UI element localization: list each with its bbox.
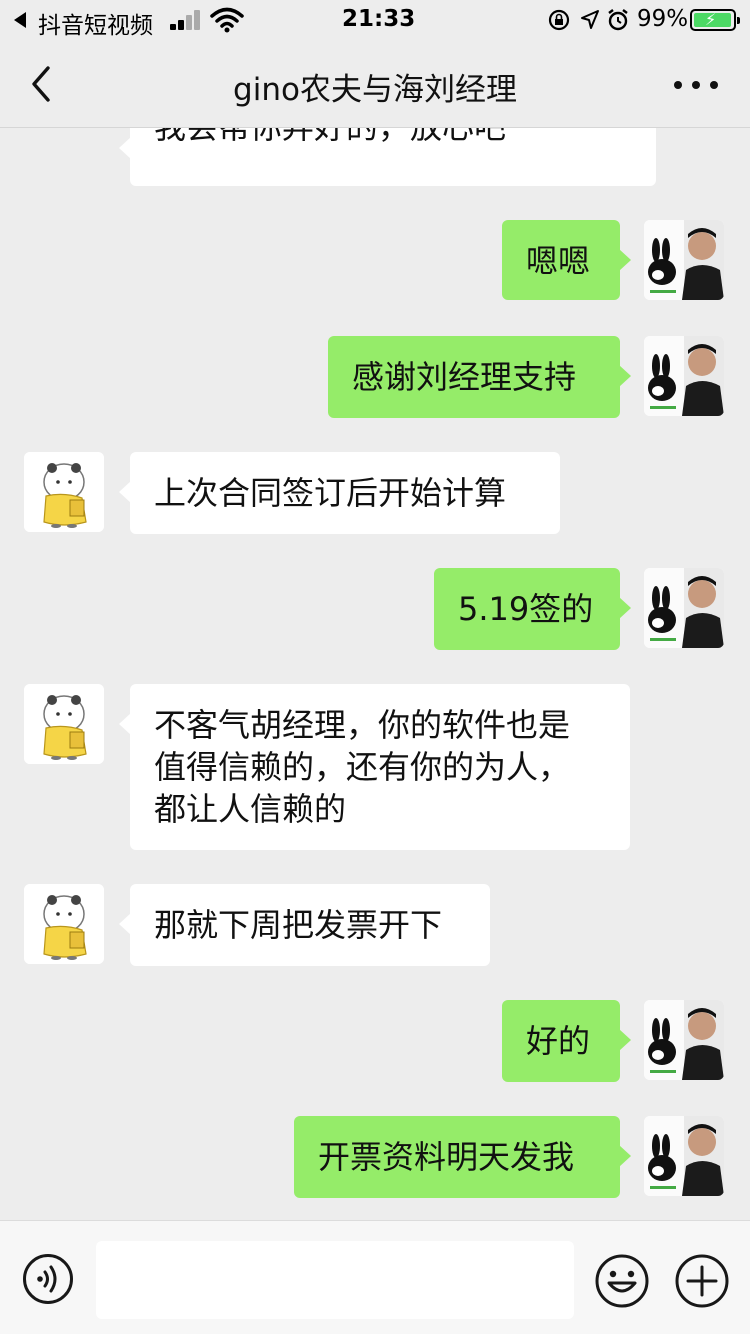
chat-title: gino农夫与海刘经理: [233, 72, 517, 108]
emoji-icon[interactable]: [594, 1253, 650, 1309]
message-bubble-outgoing[interactable]: 5.19签的: [434, 568, 631, 650]
avatar-picture-icon: [644, 1000, 724, 1080]
alarm-icon: [608, 9, 628, 31]
message-bubble-incoming[interactable]: 我会帮你弄好的，放心吧: [119, 128, 656, 186]
avatar-picture-icon: [644, 568, 724, 648]
input-bar: [0, 1220, 750, 1334]
message-bubble-outgoing[interactable]: 好的: [502, 1000, 631, 1082]
avatar-picture-icon: [644, 1116, 724, 1196]
my-avatar[interactable]: [644, 220, 724, 300]
chat-screen: 抖音短视频 21:33 99% ⚡ gino农夫与海刘经理 嗯嗯 感谢刘经理支持…: [0, 0, 750, 1334]
status-time: 21:33: [342, 6, 416, 32]
message-input[interactable]: [96, 1241, 574, 1319]
rotation-lock-icon: [548, 9, 570, 31]
chat-header: gino农夫与海刘经理: [0, 40, 750, 128]
battery-percentage: 99%: [637, 6, 689, 32]
my-avatar[interactable]: [644, 568, 724, 648]
more-dots-icon: [674, 81, 682, 89]
message-bubble-incoming[interactable]: 不客气胡经理，你的软件也是 值得信赖的，还有你的为人， 都让人信赖的: [119, 684, 630, 850]
more-button[interactable]: [670, 62, 722, 106]
back-to-app-label[interactable]: 抖音短视频: [38, 6, 153, 40]
voice-icon[interactable]: [22, 1253, 74, 1305]
message-bubble-incoming[interactable]: 上次合同签订后开始计算: [119, 452, 560, 534]
back-to-app-icon[interactable]: [14, 12, 26, 28]
my-avatar[interactable]: [644, 1116, 724, 1196]
contact-avatar[interactable]: [24, 452, 104, 532]
cellular-signal-icon: [170, 10, 204, 30]
status-bar: 抖音短视频 21:33 99% ⚡: [0, 0, 750, 40]
location-icon: [581, 10, 599, 29]
avatar-picture-icon: [24, 684, 104, 764]
my-avatar[interactable]: [644, 336, 724, 416]
message-list[interactable]: 我会帮你弄好的，放心吧 嗯嗯 感谢刘经理支持 上次合同签订后开始计算 5.19签…: [0, 128, 750, 1220]
avatar-picture-icon: [24, 884, 104, 964]
message-bubble-incoming[interactable]: 那就下周把发票开下: [119, 884, 490, 966]
plus-circle-icon[interactable]: [674, 1253, 730, 1309]
avatar-picture-icon: [24, 452, 104, 532]
wifi-icon: [210, 7, 244, 33]
contact-avatar[interactable]: [24, 684, 104, 764]
battery-icon: ⚡: [690, 9, 740, 31]
contact-avatar[interactable]: [24, 884, 104, 964]
avatar-picture-icon: [644, 336, 724, 416]
message-bubble-outgoing[interactable]: 感谢刘经理支持: [328, 336, 631, 418]
avatar-picture-icon: [644, 220, 724, 300]
my-avatar[interactable]: [644, 1000, 724, 1080]
message-bubble-outgoing[interactable]: 嗯嗯: [502, 220, 631, 300]
message-bubble-outgoing[interactable]: 开票资料明天发我: [294, 1116, 631, 1198]
